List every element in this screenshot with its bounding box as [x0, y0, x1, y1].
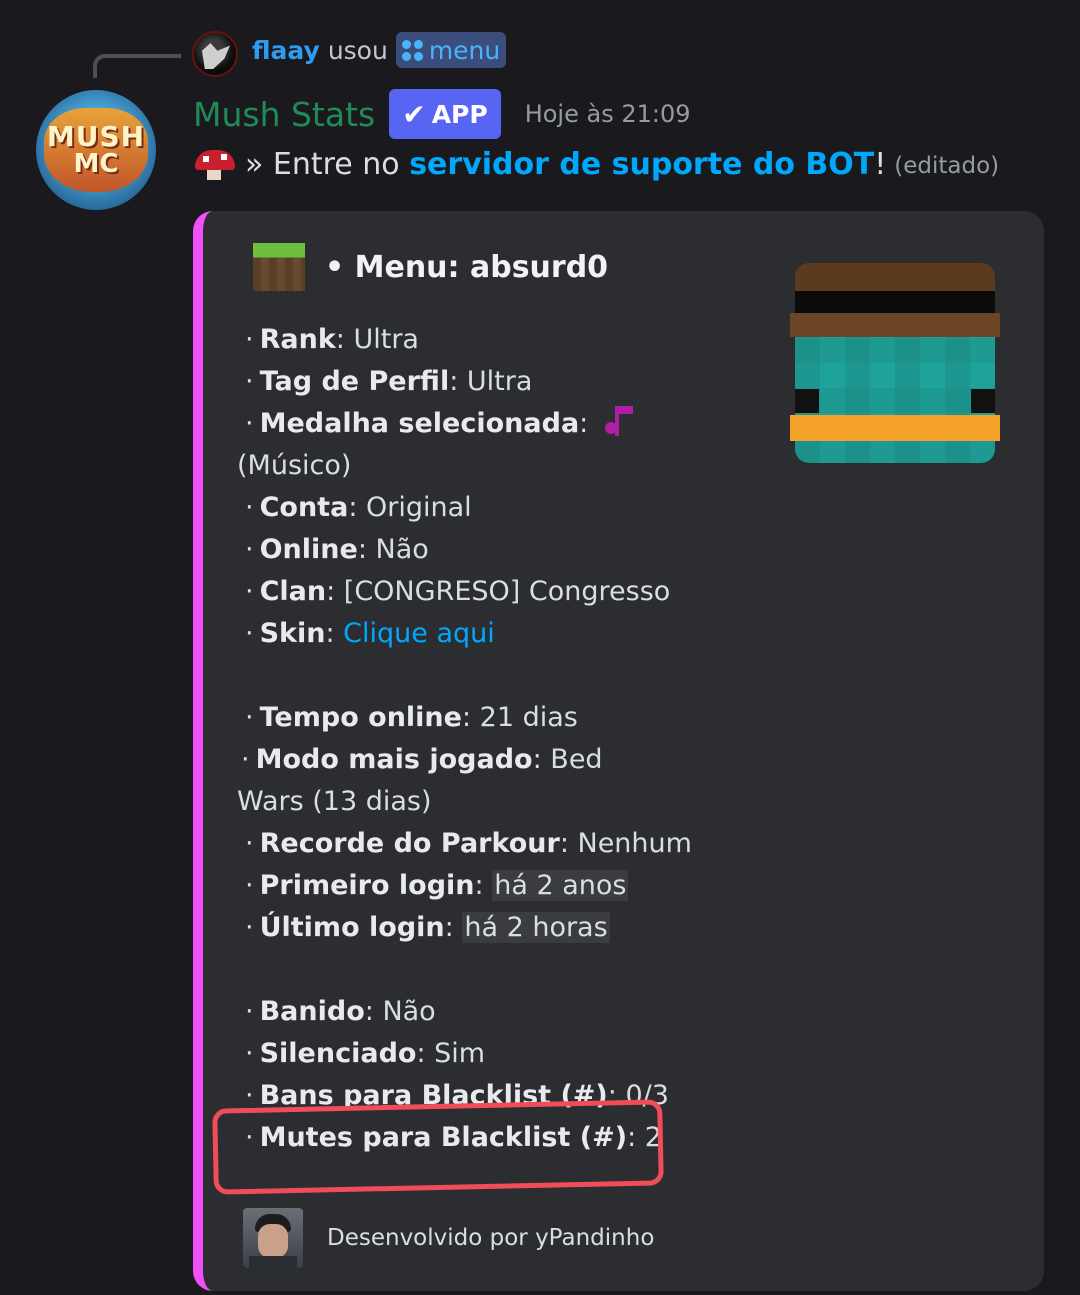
- relative-timestamp[interactable]: há 2 horas: [462, 912, 610, 943]
- wolf-avatar-icon: [202, 43, 230, 69]
- field-online: · Online: Não: [245, 534, 429, 565]
- mushmc-logo: MUSH MC: [44, 108, 148, 192]
- relative-timestamp[interactable]: há 2 anos: [492, 870, 629, 901]
- embed-fields: · Rank: Ultra · Tag de Perfil: Ultra · Meda…: [237, 319, 761, 1159]
- command-chip[interactable]: menu: [395, 32, 507, 68]
- content-suffix: !: [874, 146, 887, 182]
- field-medalha-value: (Músico): [237, 450, 352, 481]
- check-icon: ✔: [402, 97, 426, 131]
- field-tag-perfil: · Tag de Perfil: Ultra: [245, 366, 533, 397]
- field-silenciado: · Silenciado: Sim: [245, 1038, 486, 1069]
- edited-label: (editado): [894, 153, 1000, 179]
- field-tempo-online: · Tempo online: 21 dias: [245, 702, 578, 733]
- slash-command-icon: [401, 39, 423, 61]
- app-badge-label: APP: [431, 99, 488, 129]
- field-conta: · Conta: Original: [245, 492, 472, 523]
- message-header: Mush Stats ✔ APP Hoje às 21:09: [193, 88, 691, 140]
- embed-title-text: • Menu: absurd0: [325, 249, 609, 285]
- bot-username[interactable]: Mush Stats: [193, 95, 375, 134]
- field-banido: · Banido: Não: [245, 996, 436, 1027]
- field-modo-mais-jogado: · Modo mais jogado: Bed Wars (13 dias): [237, 744, 603, 817]
- field-medalha: · Medalha selecionada:: [241, 403, 761, 445]
- message-timestamp: Hoje às 21:09: [524, 100, 691, 128]
- reply-connector: [93, 54, 181, 78]
- support-server-link[interactable]: servidor de suporte do BOT: [409, 147, 874, 182]
- field-recorde-parkour: · Recorde do Parkour: Nenhum: [245, 828, 692, 859]
- embed-footer: Desenvolvido por yPandinho: [243, 1207, 654, 1269]
- app-badge: ✔ APP: [389, 89, 501, 139]
- skin-thumbnail[interactable]: [790, 263, 1000, 463]
- interaction-reply: flaay usou menu: [252, 30, 507, 70]
- embed-title: • Menu: absurd0: [253, 241, 608, 293]
- field-clan: · Clan: [CONGRESO] Congresso: [245, 576, 671, 607]
- reply-username[interactable]: flaay: [252, 36, 320, 65]
- music-note-icon: [601, 404, 633, 438]
- field-skin: · Skin: Clique aqui: [245, 618, 495, 649]
- message-content: » Entre no servidor de suporte do BOT ! …: [193, 140, 999, 188]
- red-annotation-ring: [212, 1099, 664, 1195]
- grass-block-icon: [253, 243, 305, 291]
- bot-avatar[interactable]: MUSH MC: [36, 90, 156, 210]
- reply-user-avatar[interactable]: [192, 31, 238, 77]
- field-ultimo-login: · Último login: há 2 horas: [245, 912, 610, 943]
- field-rank: · Rank: Ultra: [245, 324, 419, 355]
- command-name: menu: [428, 35, 501, 65]
- reply-verb: usou: [327, 35, 388, 65]
- footer-text: Desenvolvido por yPandinho: [327, 1225, 655, 1251]
- mushroom-icon: [193, 148, 237, 180]
- footer-author-avatar: [243, 1208, 303, 1268]
- stats-embed: • Menu: absurd0 · Rank: Ultra · Tag de Per…: [193, 211, 1044, 1291]
- skin-link[interactable]: Clique aqui: [343, 618, 495, 649]
- content-prefix: » Entre no: [245, 146, 410, 182]
- field-primeiro-login: · Primeiro login: há 2 anos: [245, 870, 629, 901]
